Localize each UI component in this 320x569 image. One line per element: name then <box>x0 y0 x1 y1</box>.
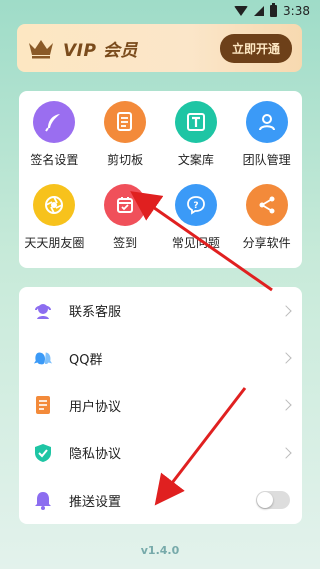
push-toggle[interactable] <box>256 491 290 510</box>
qq-icon <box>33 348 53 368</box>
list-label: QQ群 <box>69 352 103 368</box>
battery-icon <box>270 3 278 17</box>
user-icon <box>245 101 288 143</box>
grid-item-moments[interactable]: 天天朋友圈 <box>19 183 90 267</box>
grid-item-copy-library[interactable]: 文案库 <box>161 101 232 184</box>
document-icon <box>33 395 53 415</box>
crown-icon <box>27 37 55 59</box>
text-icon <box>174 101 217 143</box>
settings-list: 联系客服 QQ群 用户协议 隐私协议 推送设置 <box>19 287 302 524</box>
list-item-customer-service[interactable]: 联系客服 <box>19 287 302 334</box>
grid-item-faq[interactable]: ? 常见问题 <box>161 183 232 267</box>
grid-label: 团队管理 <box>242 153 291 167</box>
chevron-right-icon <box>280 352 292 364</box>
shield-check-icon <box>33 443 53 463</box>
list-label: 推送设置 <box>69 494 122 510</box>
grid-label: 签名设置 <box>30 153 79 167</box>
list-label: 用户协议 <box>69 399 122 415</box>
list-item-user-agreement[interactable]: 用户协议 <box>19 382 302 429</box>
list-item-privacy-policy[interactable]: 隐私协议 <box>19 429 302 476</box>
clipboard-icon <box>104 101 147 143</box>
grid-label: 签到 <box>113 235 138 250</box>
chevron-right-icon <box>280 447 292 459</box>
list-item-qq-group[interactable]: QQ群 <box>19 334 302 381</box>
grid-item-signature-settings[interactable]: 签名设置 <box>19 101 90 184</box>
status-bar: 3:38 <box>0 0 320 22</box>
grid-label: 常见问题 <box>171 235 220 250</box>
feather-icon <box>33 101 76 143</box>
bell-icon <box>33 490 53 511</box>
grid-label: 剪切板 <box>107 153 144 167</box>
list-item-push-settings: 推送设置 <box>19 477 302 524</box>
aperture-icon <box>33 183 76 226</box>
svg-text:?: ? <box>193 201 198 211</box>
list-label: 隐私协议 <box>69 447 122 463</box>
status-time: 3:38 <box>283 4 310 18</box>
grid-item-check-in[interactable]: 签到 <box>90 183 161 267</box>
headset-icon <box>33 301 53 321</box>
grid-label: 天天朋友圈 <box>24 235 85 250</box>
calendar-check-icon <box>104 183 147 226</box>
question-icon: ? <box>174 183 217 226</box>
chevron-right-icon <box>280 305 292 317</box>
vip-title: VIP 会员 <box>63 40 138 61</box>
feature-grid: 签名设置 剪切板 文案库 团队管理 天天朋友圈 签到 ? 常见问题 分享软件 <box>19 91 302 268</box>
grid-item-clipboard[interactable]: 剪切板 <box>90 101 161 184</box>
vip-banner[interactable]: VIP 会员 立即开通 <box>17 24 302 72</box>
list-label: 联系客服 <box>69 305 122 321</box>
grid-item-team-management[interactable]: 团队管理 <box>231 101 302 184</box>
grid-label: 文案库 <box>177 153 214 167</box>
grid-label: 分享软件 <box>242 235 291 250</box>
signal-icon <box>254 6 265 16</box>
grid-item-share-app[interactable]: 分享软件 <box>231 183 302 267</box>
vip-open-button[interactable]: 立即开通 <box>219 33 292 63</box>
version-label: v1.4.0 <box>140 544 180 557</box>
wifi-icon <box>234 6 249 16</box>
chevron-right-icon <box>280 399 292 412</box>
share-icon <box>245 183 288 226</box>
